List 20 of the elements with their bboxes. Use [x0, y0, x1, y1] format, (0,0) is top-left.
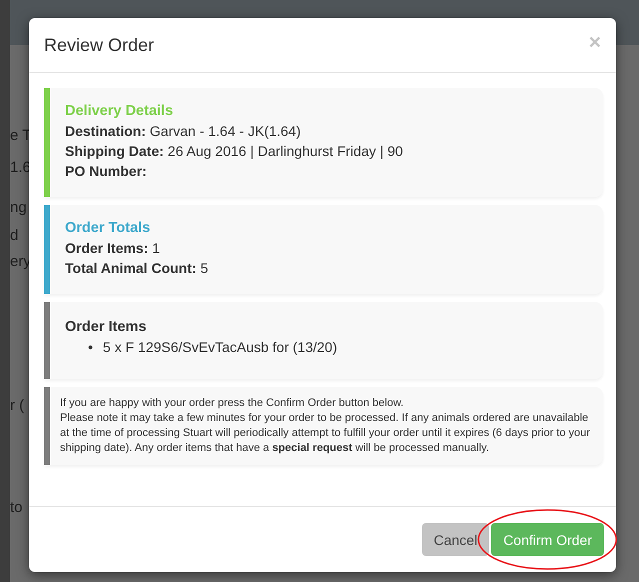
- note-text: Please note it may take a few minutes for your order to be processed. If any animals ordered are unavailable at the time of processing Stuart will periodically attempt to fulfill your order until it expires (6 days prior to your shipping date). Any order items that have a special request will be processed manually.: [60, 411, 592, 456]
- detail-line: Destination: Garvan - 1.64 - JK(1.64): [65, 122, 302, 141]
- detail-line: Shipping Date: 26 Aug 2016 | Darlinghurst Friday | 90: [65, 142, 404, 161]
- dialog-title: Review Order: [44, 34, 154, 56]
- close-button[interactable]: ×: [588, 32, 601, 52]
- confirm-button[interactable]: Confirm Order: [491, 523, 604, 556]
- panel-heading: Order Items: [65, 318, 148, 337]
- detail-line: PO Number:: [65, 162, 148, 181]
- panel-heading: Order Totals: [65, 219, 152, 238]
- detail-line: Total Animal Count: 5: [65, 259, 210, 278]
- background-text: ng: [10, 199, 27, 216]
- note-text: If you are happy with your order press the Confirm Order button below.: [60, 396, 405, 411]
- background-text: to: [10, 499, 23, 516]
- background-text: r (: [10, 397, 24, 414]
- detail-line: Order Items: 1: [65, 239, 161, 258]
- bullet-marker: •: [88, 338, 93, 357]
- order-item: 5 x F 129S6/SvEvTacAusb for (13/20): [102, 338, 338, 357]
- panel-heading: Delivery Details: [65, 102, 174, 121]
- cancel-button[interactable]: Cancel: [422, 523, 490, 556]
- background-text: d: [10, 227, 18, 244]
